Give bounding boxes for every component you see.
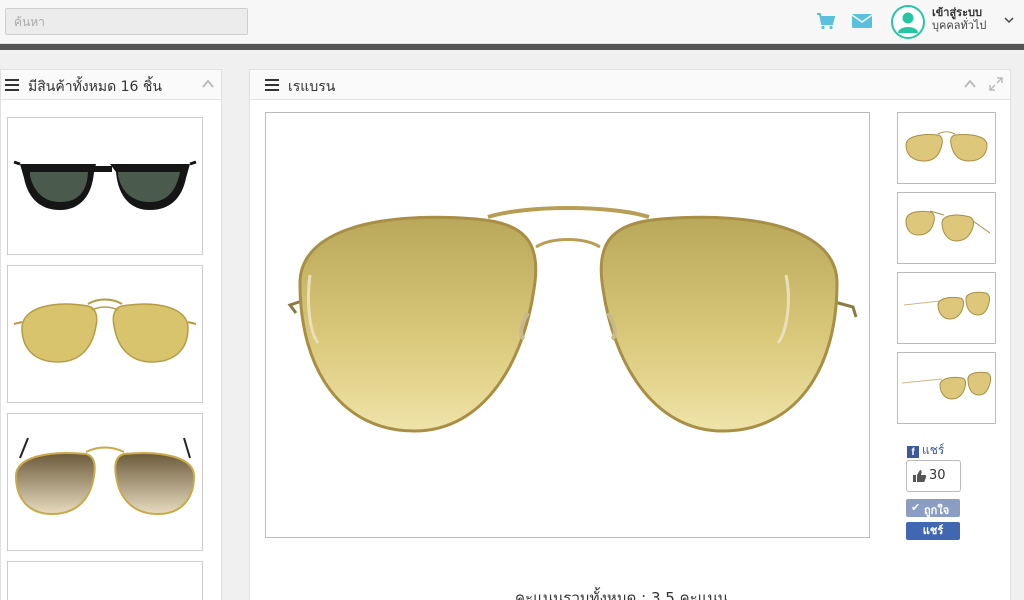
gallery-thumbnail[interactable] (897, 352, 996, 424)
product-detail-header: เรแบรน (250, 70, 1010, 100)
search-input[interactable] (5, 8, 248, 35)
product-thumbnail[interactable] (7, 413, 203, 551)
facebook-like-button[interactable]: ✔ ถูกใจ (906, 499, 960, 517)
thumbs-up-icon (913, 470, 927, 482)
aviator-profile-image (901, 371, 992, 400)
facebook-icon: f (907, 446, 919, 458)
like-button-label: ถูกใจ (924, 504, 950, 517)
like-count: 30 (929, 468, 946, 483)
gallery-thumbnail[interactable] (897, 192, 996, 264)
product-thumbnail[interactable] (7, 561, 203, 600)
user-label: เข้าสู่ระบบ บุคคลทั่วไป (932, 6, 986, 32)
share-link-label: แชร์ (922, 443, 945, 457)
chevron-down-icon[interactable] (1004, 15, 1014, 25)
aviator-front-image (905, 131, 988, 162)
top-bar: เข้าสู่ระบบ บุคคลทั่วไป (0, 0, 1024, 44)
user-menu[interactable]: เข้าสู่ระบบ บุคคลทั่วไป (890, 3, 1020, 41)
product-title: เรแบรน (288, 79, 336, 95)
wayfarer-sunglasses-image (13, 160, 197, 210)
rating-summary: คะแนนรวมทั้งหมด : 3.5 คะแนน (515, 589, 728, 600)
user-type-label: บุคคลทั่วไป (932, 19, 987, 32)
aviator-sunglasses-large-image (287, 206, 858, 433)
mail-icon[interactable] (851, 10, 873, 32)
product-thumbnail[interactable] (7, 117, 203, 255)
check-icon: ✔ (911, 501, 921, 514)
product-count-title: มีสินค้าทั้งหมด 16 ชิ้น (28, 79, 162, 95)
aviator-angle-image (905, 210, 991, 242)
cart-icon[interactable] (816, 11, 836, 31)
product-thumbnail[interactable] (7, 265, 203, 403)
aviator-sunglasses-image (13, 298, 197, 363)
product-list-panel: มีสินค้าทั้งหมด 16 ชิ้น (0, 69, 222, 600)
header-divider (0, 44, 1024, 50)
facebook-share-button[interactable]: แชร์ (906, 522, 960, 540)
like-count-box: 30 (906, 460, 961, 492)
gallery-thumbnail[interactable] (897, 272, 996, 344)
main-product-image[interactable] (265, 112, 870, 538)
product-list-header: มีสินค้าทั้งหมด 16 ชิ้น (1, 70, 221, 100)
avatar (891, 5, 925, 39)
gallery-thumbnail[interactable] (897, 112, 996, 184)
chevron-up-icon[interactable] (202, 79, 214, 89)
facebook-share-link[interactable]: f แชร์ (907, 441, 944, 460)
aviator-gradient-sunglasses-image (14, 437, 196, 516)
chevron-up-icon[interactable] (964, 79, 976, 89)
aviator-side-image (903, 291, 991, 320)
expand-icon[interactable] (989, 77, 1003, 91)
login-label: เข้าสู่ระบบ (932, 6, 982, 19)
list-icon (5, 79, 19, 91)
list-icon (265, 79, 279, 91)
product-detail-panel: เรแบรน f แชร์ 30 ✔ ถูกใจ แชร์ คะแนนรวมทั… (249, 69, 1011, 600)
